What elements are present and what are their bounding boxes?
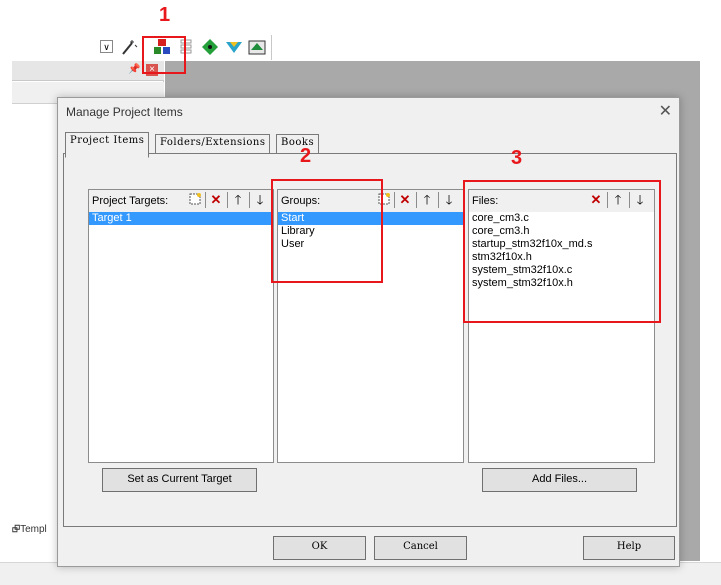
move-down-icon[interactable]: 🡓 [441,192,457,208]
toolbar-divider [271,35,272,60]
help-button[interactable]: Help [583,536,675,560]
annotation-number-2: 2 [300,145,312,167]
tab-books[interactable]: Books [276,134,320,155]
list-item[interactable]: Target 1 [89,212,273,225]
ok-button[interactable]: OK [273,536,366,560]
pin-icon[interactable]: 📌 [128,64,140,75]
move-down-icon[interactable]: 🡓 [252,192,268,208]
new-target-icon[interactable] [187,192,203,208]
annotation-number-3: 3 [511,147,523,169]
manage-project-items-dialog: Manage Project Items ✕ Project Items Fol… [57,97,680,567]
download-icon[interactable] [248,38,266,56]
toolbar-separator [438,192,439,208]
bottom-tab-project[interactable]: ⮺Templ [12,522,60,540]
targets-header: Project Targets: ✕ 🡑 🡓 [88,189,274,213]
magic-wand-icon[interactable] [120,38,138,56]
bottom-tab-label: Templ [20,524,47,535]
move-up-icon[interactable]: 🡑 [230,192,246,208]
close-icon[interactable]: ✕ [659,101,672,121]
toolbar-separator [205,192,206,208]
debug-icon[interactable] [225,38,243,56]
annotation-box-2 [271,179,383,283]
set-current-target-button[interactable]: Set as Current Target [102,468,257,492]
tab-project-items[interactable]: Project Items [65,132,150,158]
annotation-box-3 [463,180,661,323]
toolbar-separator [227,192,228,208]
targets-list[interactable]: Target 1 [88,212,274,463]
green-diamond-icon[interactable] [201,38,219,56]
tab-folders-extensions[interactable]: Folders/Extensions [155,134,271,155]
annotation-box-1 [142,36,186,74]
tab-label: Folders/Extensions [160,137,266,148]
add-files-button[interactable]: Add Files... [482,468,637,492]
toolbar-separator [249,192,250,208]
project-tab-icon: ⮺ [12,524,21,535]
move-up-icon[interactable]: 🡑 [419,192,435,208]
targets-label: Project Targets: [92,195,169,207]
dropdown-arrow-icon[interactable]: ∨ [100,40,113,53]
annotation-number-1: 1 [159,4,171,26]
delete-group-icon[interactable]: ✕ [397,192,413,208]
toolbar-separator [394,192,395,208]
toolbar-separator [416,192,417,208]
dialog-title: Manage Project Items [66,105,183,119]
delete-target-icon[interactable]: ✕ [208,192,224,208]
tab-label: Project Items [70,135,145,146]
cancel-button[interactable]: Cancel [374,536,467,560]
